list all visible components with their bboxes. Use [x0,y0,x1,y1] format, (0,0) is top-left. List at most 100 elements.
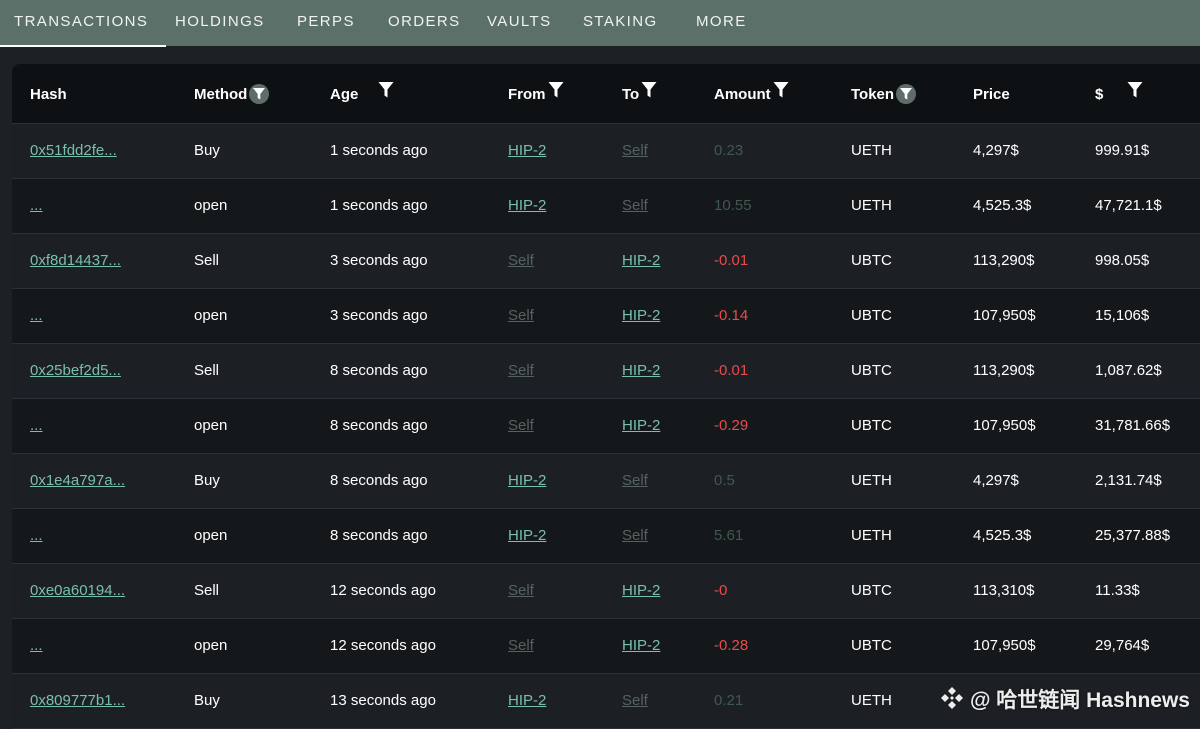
table-header: Hash Method Age From To Amount Token Pri… [12,64,1200,124]
hash-link-cell: 0x1e4a797a... [30,454,125,508]
column-header-token[interactable]: Token [851,64,916,123]
tab-perps[interactable]: PERPS [297,0,355,46]
hash-link[interactable]: 0x1e4a797a... [30,472,125,489]
hash-link[interactable]: ... [30,637,43,654]
to-link[interactable]: Self [622,197,648,214]
amount-value-cell: 10.55 [714,179,752,233]
column-header-hash[interactable]: Hash [30,64,67,123]
method-value-cell: Sell [194,344,219,398]
tab-orders[interactable]: ORDERS [388,0,461,46]
from-link[interactable]: Self [508,307,534,324]
token-value-cell: UETH [851,124,892,178]
table-row: 0x25bef2d5...Sell8 seconds agoSelfHIP-2-… [12,344,1200,399]
to-link[interactable]: HIP-2 [622,582,660,599]
column-header-usd[interactable]: $ [1095,64,1143,123]
age-filter-icon[interactable] [378,65,394,124]
age-value-cell: 3 seconds ago [330,289,428,343]
age-value: 3 seconds ago [330,252,428,269]
method-value-cell: open [194,289,227,343]
table-row: ...open8 seconds agoSelfHIP-2-0.29UBTC10… [12,399,1200,454]
to-link-cell: HIP-2 [622,289,660,343]
token-value: UBTC [851,417,892,434]
from-link[interactable]: Self [508,362,534,379]
age-value: 8 seconds ago [330,472,428,489]
hash-link[interactable]: 0x809777b1... [30,692,125,709]
age-value-cell: 8 seconds ago [330,509,428,563]
to-link[interactable]: HIP-2 [622,307,660,324]
column-header-method[interactable]: Method [194,64,269,123]
hash-link[interactable]: ... [30,307,43,324]
price-value-cell: 4,525.3$ [973,179,1031,233]
from-filter-icon[interactable] [548,65,564,124]
tab-bar: TRANSACTIONS HOLDINGS PERPS ORDERS VAULT… [0,0,1200,46]
usd-filter-icon[interactable] [1127,65,1143,124]
hash-link[interactable]: ... [30,527,43,544]
hash-link[interactable]: ... [30,197,43,214]
from-link[interactable]: Self [508,417,534,434]
column-header-to[interactable]: To [622,64,657,123]
from-link-cell: HIP-2 [508,509,546,563]
to-link[interactable]: Self [622,692,648,709]
age-value-cell: 3 seconds ago [330,234,428,288]
column-header-price[interactable]: Price [973,64,1010,123]
method-value-cell: Buy [194,674,220,728]
price-value-cell: 4,297$ [973,124,1019,178]
hash-link[interactable]: 0xf8d14437... [30,252,121,269]
from-link[interactable]: Self [508,582,534,599]
table-row: 0xf8d14437...Sell3 seconds agoSelfHIP-2-… [12,234,1200,289]
hash-link[interactable]: 0x25bef2d5... [30,362,121,379]
to-link[interactable]: HIP-2 [622,637,660,654]
price-value: 4,525.3$ [973,197,1031,214]
column-header-amount[interactable]: Amount [714,64,789,123]
method-value: open [194,527,227,544]
column-header-age[interactable]: Age [330,64,394,123]
to-link[interactable]: HIP-2 [622,417,660,434]
age-value-cell: 1 seconds ago [330,124,428,178]
amount-value-cell: -0.01 [714,344,748,398]
to-link[interactable]: Self [622,472,648,489]
hash-link[interactable]: ... [30,417,43,434]
table-row: 0x51fdd2fe...Buy1 seconds agoHIP-2Self0.… [12,124,1200,179]
to-link-cell: HIP-2 [622,234,660,288]
token-filter-icon[interactable] [896,84,916,104]
tab-staking[interactable]: STAKING [583,0,658,46]
usd-value: 25,377.88$ [1095,527,1170,544]
column-header-from[interactable]: From [508,64,564,123]
from-link[interactable]: HIP-2 [508,692,546,709]
to-filter-icon[interactable] [641,65,657,124]
method-value: Buy [194,472,220,489]
from-link[interactable]: HIP-2 [508,472,546,489]
method-value-cell: Buy [194,454,220,508]
token-value: UBTC [851,637,892,654]
usd-value: 998.05$ [1095,252,1149,269]
hash-link-cell: 0xe0a60194... [30,564,125,618]
amount-value-cell: 0.21 [714,674,743,728]
to-link[interactable]: HIP-2 [622,252,660,269]
from-link[interactable]: HIP-2 [508,527,546,544]
to-link[interactable]: Self [622,142,648,159]
amount-value-cell: -0.29 [714,399,748,453]
amount-value: -0.01 [714,362,748,379]
from-link[interactable]: Self [508,637,534,654]
from-link[interactable]: HIP-2 [508,142,546,159]
price-value: 107,950$ [973,417,1036,434]
from-link[interactable]: Self [508,252,534,269]
hash-link-cell: ... [30,179,43,233]
hash-link[interactable]: 0x51fdd2fe... [30,142,117,159]
amount-filter-icon[interactable] [773,65,789,124]
to-link[interactable]: Self [622,527,648,544]
tab-holdings[interactable]: HOLDINGS [175,0,265,46]
token-value: UETH [851,197,892,214]
token-value: UETH [851,527,892,544]
method-filter-icon[interactable] [249,84,269,104]
tab-vaults[interactable]: VAULTS [487,0,552,46]
hash-link-cell: ... [30,509,43,563]
method-value: Buy [194,142,220,159]
hash-link[interactable]: 0xe0a60194... [30,582,125,599]
from-link[interactable]: HIP-2 [508,197,546,214]
from-link-cell: HIP-2 [508,674,546,728]
tab-transactions[interactable]: TRANSACTIONS [14,0,148,46]
tab-more[interactable]: MORE [696,0,747,46]
usd-value-cell: 998.05$ [1095,234,1149,288]
to-link[interactable]: HIP-2 [622,362,660,379]
